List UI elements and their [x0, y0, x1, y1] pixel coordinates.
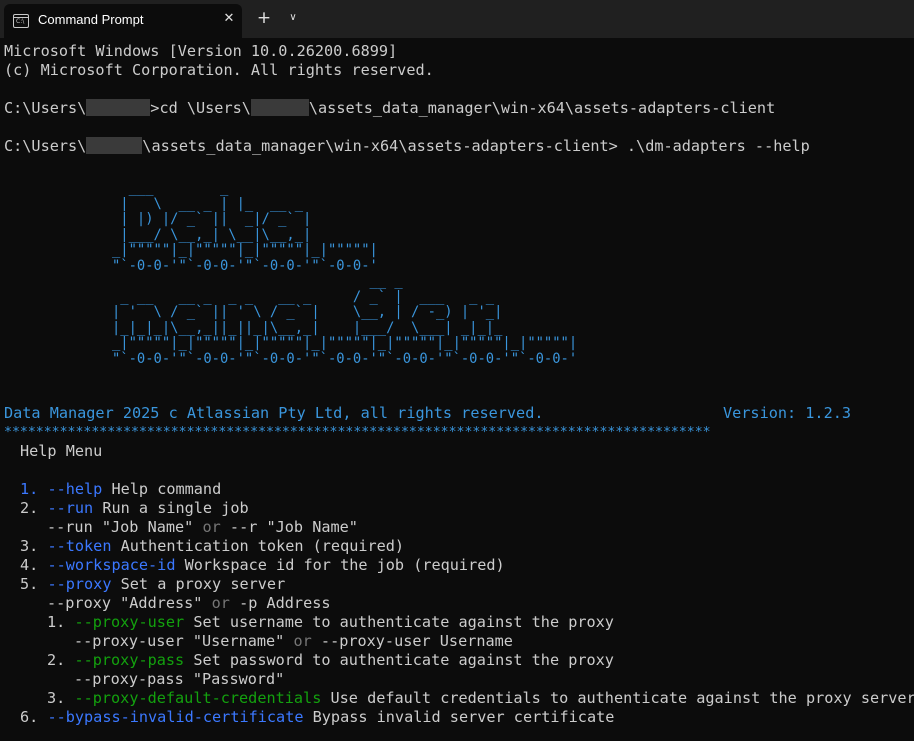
help-subitem-proxy-user: 1. --proxy-user Set username to authenti… [47, 613, 614, 631]
flag-bypass-invalid-certificate: --bypass-invalid-certificate [47, 708, 304, 726]
version-label: Version: 1.2.3 [723, 404, 852, 422]
title-bar: C:\ Command Prompt ✕ + ∨ [0, 0, 914, 38]
close-tab-icon[interactable]: ✕ [219, 9, 239, 29]
flag-proxy-default-credentials: --proxy-default-credentials [74, 689, 322, 707]
tab-dropdown-button[interactable]: ∨ [282, 7, 304, 29]
separator-line: ****************************************… [4, 425, 711, 440]
help-subitem-proxy-default-credentials: 3. --proxy-default-credentials Use defau… [47, 689, 914, 707]
ascii-art-data: ___ _ | \ __ _ | |_ __ _ | |) |/ _` || _… [112, 180, 378, 274]
usage-run: --run "Job Name" or --r "Job Name" [47, 518, 358, 536]
prompt-prefix: C:\Users\ [4, 137, 87, 155]
flag-run: --run [47, 499, 94, 517]
help-item-workspace-id: 4. --workspace-id Workspace id for the j… [20, 556, 505, 574]
flag-proxy-pass: --proxy-pass [74, 651, 185, 669]
flag-proxy-user: --proxy-user [74, 613, 185, 631]
command-line-cd: C:\Users\ >cd \Users\ \assets_data_manager… [4, 99, 775, 118]
cd-path: \assets_data_manager\win-x64\assets-adap… [308, 99, 776, 117]
new-tab-button[interactable]: + [252, 7, 276, 29]
help-item-token: 3. --token Authentication token (require… [20, 537, 405, 555]
tab-command-prompt[interactable]: C:\ Command Prompt ✕ [4, 4, 242, 38]
help-subitem-proxy-pass: 2. --proxy-pass Set password to authenti… [47, 651, 614, 669]
usage-proxy-pass: --proxy-pass "Password" [74, 670, 285, 688]
cmd-icon: C:\ [13, 14, 29, 28]
help-item-bypass-invalid-certificate: 6. --bypass-invalid-certificate Bypass i… [20, 708, 615, 726]
cd-command: >cd \Users\ [150, 99, 251, 117]
banner-copyright: (c) Microsoft Corporation. All rights re… [4, 61, 434, 79]
flag-help: --help [47, 480, 103, 498]
help-item-help: 1. --help Help command [20, 480, 222, 498]
help-item-proxy: 5. --proxy Set a proxy server [20, 575, 286, 593]
copyright-line: Data Manager 2025 c Atlassian Pty Ltd, a… [4, 404, 544, 422]
console-output[interactable]: Microsoft Windows [Version 10.0.26200.68… [0, 42, 914, 741]
usage-proxy: --proxy "Address" or -p Address [47, 594, 331, 612]
help-command: \assets_data_manager\win-x64\assets-adap… [142, 137, 810, 155]
prompt-prefix: C:\Users\ [4, 99, 87, 117]
flag-proxy: --proxy [47, 575, 112, 593]
help-item-run: 2. --run Run a single job [20, 499, 249, 517]
usage-proxy-user: --proxy-user "Username" or --proxy-user … [74, 632, 513, 650]
banner-version: Microsoft Windows [Version 10.0.26200.68… [4, 42, 398, 60]
flag-token: --token [47, 537, 112, 555]
flag-workspace-id: --workspace-id [47, 556, 176, 574]
ascii-art-manager: __ _ _ __ __ _ _ _ __ _ / _` | ___ _ _ |… [112, 273, 578, 367]
redacted-username [86, 99, 151, 116]
help-menu-title: Help Menu [20, 442, 103, 460]
command-line-help: C:\Users\ \assets_data_manager\win-x64\as… [4, 137, 810, 156]
tab-title: Command Prompt [38, 12, 144, 27]
redacted-username [86, 137, 143, 154]
redacted-username [250, 99, 309, 116]
